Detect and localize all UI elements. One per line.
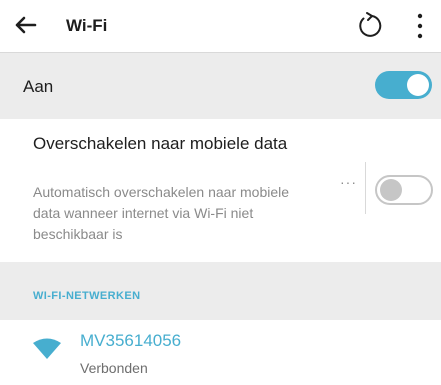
app-header: Wi-Fi (0, 0, 441, 53)
network-status: Verbonden (80, 360, 148, 376)
refresh-icon[interactable] (354, 10, 384, 42)
more-vertical-icon[interactable] (412, 9, 428, 43)
mobile-data-description: Automatisch overschakelen naar mobiele d… (33, 184, 290, 242)
wifi-toggle-label: Aan (23, 77, 54, 96)
page-title: Wi-Fi (66, 16, 108, 35)
vertical-divider (365, 162, 366, 214)
networks-section-header: WI-FI-NETWERKEN (0, 262, 441, 320)
mobile-data-title: Overschakelen naar mobiele data (33, 134, 288, 153)
wifi-toggle-row[interactable]: Aan (0, 53, 441, 119)
mobile-data-switch-row[interactable]: Overschakelen naar mobiele data Automati… (0, 119, 441, 261)
wifi-toggle-switch[interactable] (375, 71, 432, 99)
network-name: MV35614056 (80, 331, 182, 350)
mobile-data-toggle-switch[interactable] (375, 175, 433, 205)
section-label: WI-FI-NETWERKEN (33, 290, 141, 302)
arrow-left-icon[interactable] (10, 10, 40, 40)
wifi-icon (33, 338, 61, 359)
network-list-item[interactable]: MV35614056 Verbonden (0, 320, 441, 385)
toggle-knob (380, 179, 402, 201)
more-dots-icon[interactable]: ··· (340, 174, 357, 190)
toggle-knob (407, 74, 429, 96)
